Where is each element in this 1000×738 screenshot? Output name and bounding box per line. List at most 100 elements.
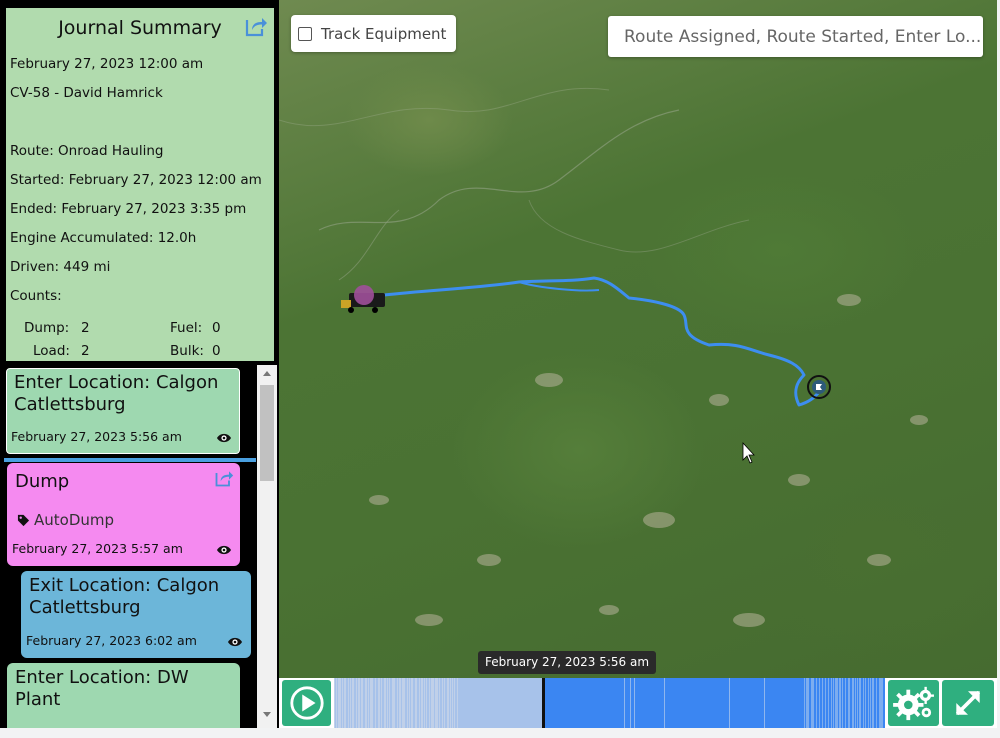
track-equipment-toggle[interactable]: Track Equipment [291,15,456,52]
timeline-tick [848,678,849,728]
play-icon [289,686,324,720]
timeline-tick [447,678,448,728]
timeline-tick [422,678,423,728]
timeline-tick [853,678,854,728]
timeline-tick [361,678,362,728]
timeline-tick [822,678,823,728]
timeline-tick [849,678,850,728]
timeline-tick [336,678,337,728]
timeline-playhead[interactable] [542,678,545,728]
event-title: Dump [15,471,70,492]
timeline-tick [813,678,814,728]
timeline-tick [344,678,345,728]
summary-counts-label: Counts: [10,288,62,304]
timeline-tick [381,678,382,728]
timeline-tick [397,678,398,728]
map-view[interactable]: Track Equipment February 27, 2023 5:56 a… [279,0,997,678]
timeline-tick [371,678,372,728]
location-marker-icon[interactable] [807,375,831,399]
timeline-tick [764,678,765,728]
timeline-tick [839,678,840,728]
timeline-tick [437,678,438,728]
fullscreen-button[interactable] [942,680,994,726]
track-equipment-checkbox[interactable] [298,26,312,41]
scroll-up-arrow[interactable] [263,371,271,376]
timeline-tick [880,678,881,728]
timeline-tick [432,678,433,728]
timeline-tick [338,678,339,728]
timeline-tick [873,678,874,728]
timeline-tick [421,678,422,728]
event-card-dump[interactable]: Dump AutoDump February 27, 2023 5:57 am [7,463,240,566]
timeline-tick [350,678,351,728]
timeline-tick [876,678,877,728]
timeline-tick [359,678,360,728]
timeline-tick [429,678,430,728]
timeline-tick [855,678,856,728]
timeline-tick [379,678,380,728]
tag-icon [17,514,30,526]
playback-bar [279,678,997,728]
timeline-tick [400,678,401,728]
timeline-tick [859,678,860,728]
timeline-tick [828,678,829,728]
timeline-tick [439,678,440,728]
timeline-tick [412,678,413,728]
share-icon[interactable] [214,468,234,488]
journal-summary: Journal Summary February 27, 2023 12:00 … [4,6,276,363]
eye-icon[interactable] [216,431,232,445]
event-search-input[interactable] [608,16,983,57]
timeline-tick [404,678,405,728]
timeline-tick [409,678,410,728]
event-tag-label: AutoDump [34,511,115,529]
eye-icon[interactable] [227,635,243,649]
timeline-tick [842,678,843,728]
share-icon[interactable] [244,14,268,38]
timeline-tick [416,678,417,728]
timeline-tick [450,678,451,728]
timeline-tick [816,678,817,728]
count-load-label: Load: [33,343,70,359]
settings-button[interactable] [888,680,939,726]
event-title: Enter Location: Calgon Catlettsburg [14,372,219,415]
timeline-tick [729,678,730,728]
scroll-thumb[interactable] [260,385,274,481]
eye-icon[interactable] [216,543,232,557]
summary-vehicle: CV-58 - David Hamrick [10,85,163,101]
timeline-tick [865,678,866,728]
scroll-down-arrow[interactable] [263,712,271,717]
event-title: Exit Location: Calgon Catlettsburg [29,575,220,618]
timeline-tick [457,678,458,728]
timeline-tick [334,678,335,728]
timeline-tick [385,678,386,728]
event-tag: AutoDump [17,511,114,529]
timeline-tick [433,678,434,728]
timeline-tooltip: February 27, 2023 5:56 am [478,651,657,674]
timeline-tick [624,678,625,728]
event-list-scrollbar[interactable] [257,365,277,728]
timeline-tick [831,678,832,728]
event-card-enter-location[interactable]: Enter Location: Calgon Catlettsburg Febr… [4,366,242,456]
timeline-tick [837,678,838,728]
timeline-tick [399,678,400,728]
event-card-enter-location[interactable]: Enter Location: DW Plant [7,663,240,728]
route-path-branch [518,281,600,292]
timeline-tick [825,678,826,728]
timeline-tick [356,678,357,728]
timeline-tick [882,678,883,728]
event-card-exit-location[interactable]: Exit Location: Calgon Catlettsburg Febru… [21,571,251,658]
timeline-tick [808,678,809,728]
count-load-value: 2 [81,343,90,359]
timeline-tick [366,678,367,728]
timeline-tick [419,678,420,728]
count-fuel-value: 0 [212,320,221,336]
timeline-tick [403,678,404,728]
count-dump-value: 2 [81,320,90,336]
timeline-tick [444,678,445,728]
equipment-truck-icon[interactable] [341,285,385,313]
playback-timeline[interactable] [334,678,885,728]
summary-date: February 27, 2023 12:00 am [10,56,204,72]
count-fuel-label: Fuel: [170,320,203,336]
play-button[interactable] [282,680,331,726]
gears-icon [892,686,934,721]
